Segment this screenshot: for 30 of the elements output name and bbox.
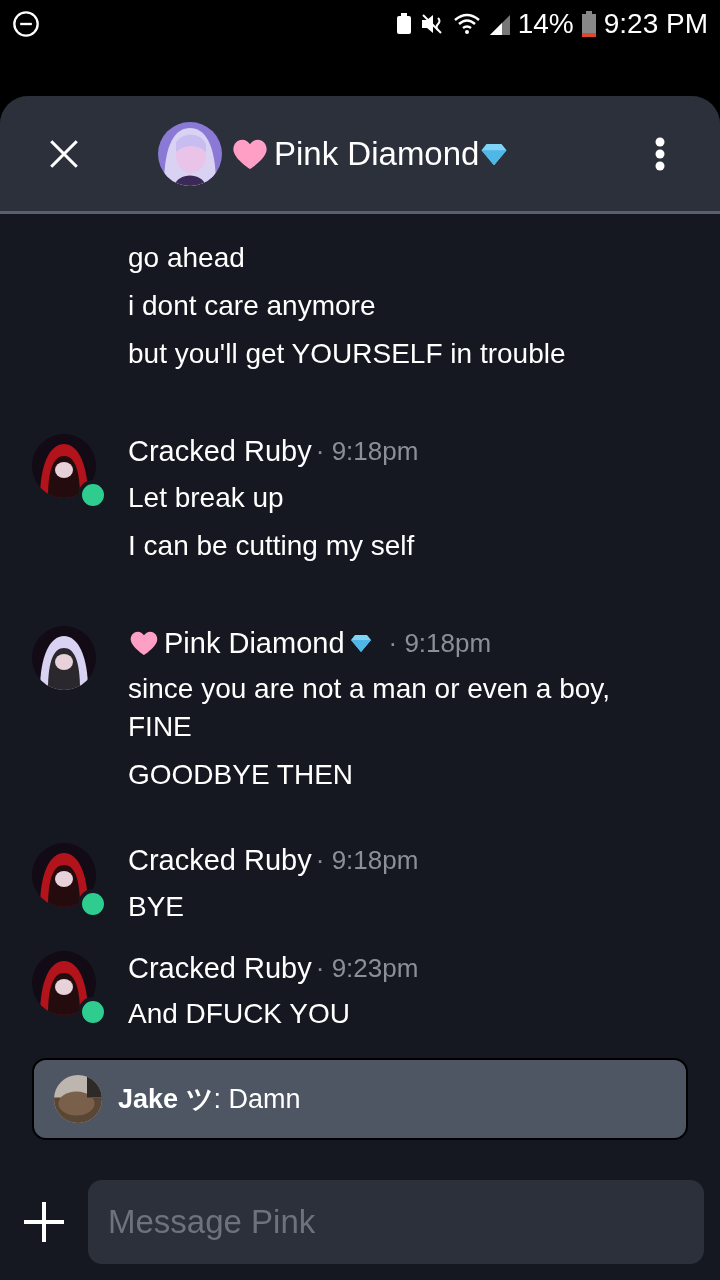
message-text: GOODBYE THEN: [128, 758, 355, 792]
notification-text: Jake ツ: Damn: [118, 1082, 301, 1116]
message-text: i dont care anymore: [128, 289, 377, 323]
plus-icon: [24, 1202, 64, 1242]
wifi-icon: [453, 12, 480, 36]
message-text: since you are not a man or even a boy, FINE: [128, 672, 611, 744]
more-options-icon: [655, 136, 665, 171]
message-time: · 9:18pm: [315, 844, 419, 878]
battery-percentage: 14%: [517, 7, 574, 41]
message-text: go ahead: [128, 241, 246, 275]
message-time: · 9:23pm: [315, 951, 419, 985]
author-name: Cracked Ruby: [128, 950, 312, 986]
message-time: · 9:18pm: [315, 435, 419, 469]
author-name: Cracked Ruby: [128, 434, 312, 469]
author-name: Cracked Ruby: [128, 843, 312, 878]
message-text: BYE: [128, 889, 186, 924]
do-not-disturb-icon: [12, 10, 40, 38]
add-button[interactable]: [24, 1202, 64, 1242]
author-name: Pink Diamond: [164, 625, 345, 661]
battery-icon: [581, 11, 596, 37]
message-text: I can be cutting my self: [128, 528, 416, 563]
message-text: but you'll get YOURSELF in trouble: [128, 337, 567, 371]
message-time: · 9:18pm: [388, 626, 492, 660]
message-text: Let break up: [128, 480, 285, 515]
notification-banner[interactable]: Jake ツ: Damn: [32, 1058, 688, 1140]
message-input[interactable]: Message Pink: [88, 1180, 704, 1264]
battery-saver-icon: [395, 13, 412, 35]
chat-title: Pink Diamond: [274, 133, 480, 174]
clock: 9:23 PM: [603, 7, 708, 41]
message-text: And DFUCK YOU: [128, 997, 351, 1031]
